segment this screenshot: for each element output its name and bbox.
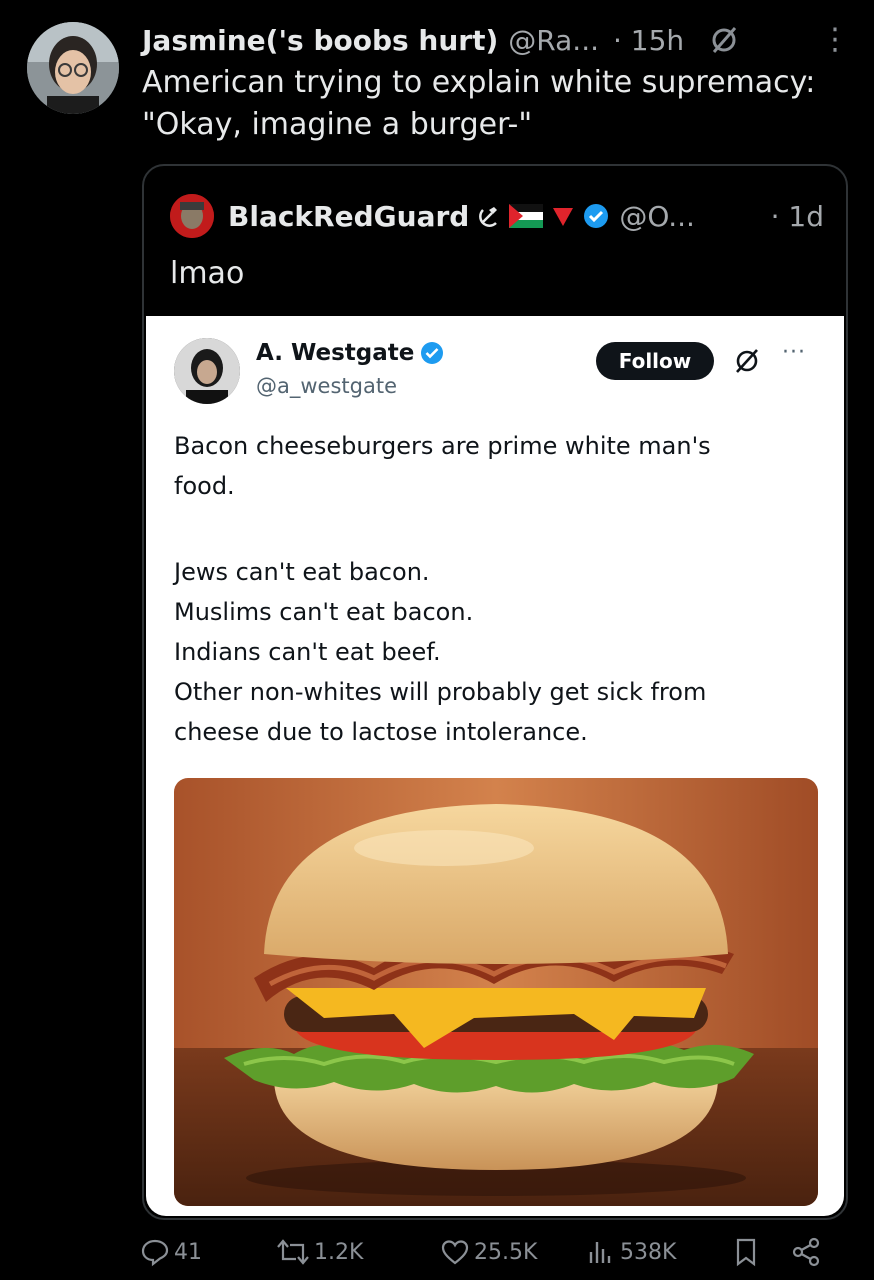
grok-icon[interactable] [708,24,740,56]
tweet-text: American trying to explain white suprema… [142,65,816,142]
screenshot-text-line: food. [174,472,235,500]
repost-button[interactable]: 1.2K [276,1232,363,1272]
quoted-tweet-timestamp: · 1d [770,199,824,233]
screenshot-text-line: Bacon cheeseburgers are prime white man'… [174,432,711,460]
quoted-tweet-header: BlackRedGuard @O... · 1d [170,194,824,238]
quoted-tweet[interactable]: BlackRedGuard @O... · 1d lmao A. Westgat… [142,164,848,1220]
more-options-icon[interactable]: ⋮ [820,25,854,55]
reply-count: 41 [174,1239,202,1265]
screenshot-author-handle: @a_westgate [256,374,397,398]
author-name[interactable]: Jasmine('s boobs hurt) [142,24,498,57]
view-count: 538K [620,1239,677,1265]
palestine-flag-icon [509,204,544,228]
bookmark-button[interactable] [732,1232,764,1272]
tweet-actions: 41 1.2K 25.5K 538K [140,1232,840,1272]
screenshot-text-line: Other non-whites will probably get sick … [174,678,707,706]
heart-icon [441,1240,469,1265]
quoted-media-image[interactable]: A. Westgate @a_westgate Follow ··· Bacon… [146,316,844,1216]
screenshot-avatar [174,338,240,404]
tweet-timestamp[interactable]: · 15h [613,24,684,57]
grok-icon [736,349,758,373]
quoted-author-name: BlackRedGuard [228,199,470,233]
author-avatar[interactable] [27,22,119,114]
burger-photo [174,778,818,1206]
share-icon [792,1237,820,1267]
quoted-author-avatar [170,194,214,238]
author-handle[interactable]: @Ra... [508,24,599,57]
quoted-tweet-text: lmao [170,256,245,291]
views-button[interactable]: 538K [586,1232,676,1272]
hammer-sickle-icon [479,207,498,227]
like-button[interactable]: 25.5K [440,1232,537,1272]
screenshot-text-line: Jews can't eat bacon. [174,558,430,586]
verified-badge-icon [584,204,609,228]
red-triangle-icon [553,208,574,226]
screenshot-text-line: Muslims can't eat bacon. [174,598,474,626]
repost-icon [277,1239,309,1265]
screenshot-name-text: A. Westgate [256,340,415,366]
screenshot-author-name: A. Westgate [256,340,444,366]
repost-count: 1.2K [314,1239,364,1265]
tweet-header: Jasmine('s boobs hurt) @Ra... · 15h ⋮ [142,20,854,60]
follow-button: Follow [596,342,714,380]
verified-badge-icon [421,342,444,364]
like-count: 25.5K [474,1239,538,1265]
quoted-author-handle: @O... [619,199,695,233]
more-options-icon: ··· [782,340,806,365]
screenshot-text-line: Indians can't eat beef. [174,638,441,666]
name-emojis [477,203,609,229]
screenshot-text-line: cheese due to lactose intolerance. [174,718,588,746]
views-icon [589,1242,611,1263]
reply-icon [141,1239,169,1267]
share-button[interactable] [790,1232,826,1272]
bookmark-icon [736,1238,756,1267]
reply-button[interactable]: 41 [140,1232,202,1272]
